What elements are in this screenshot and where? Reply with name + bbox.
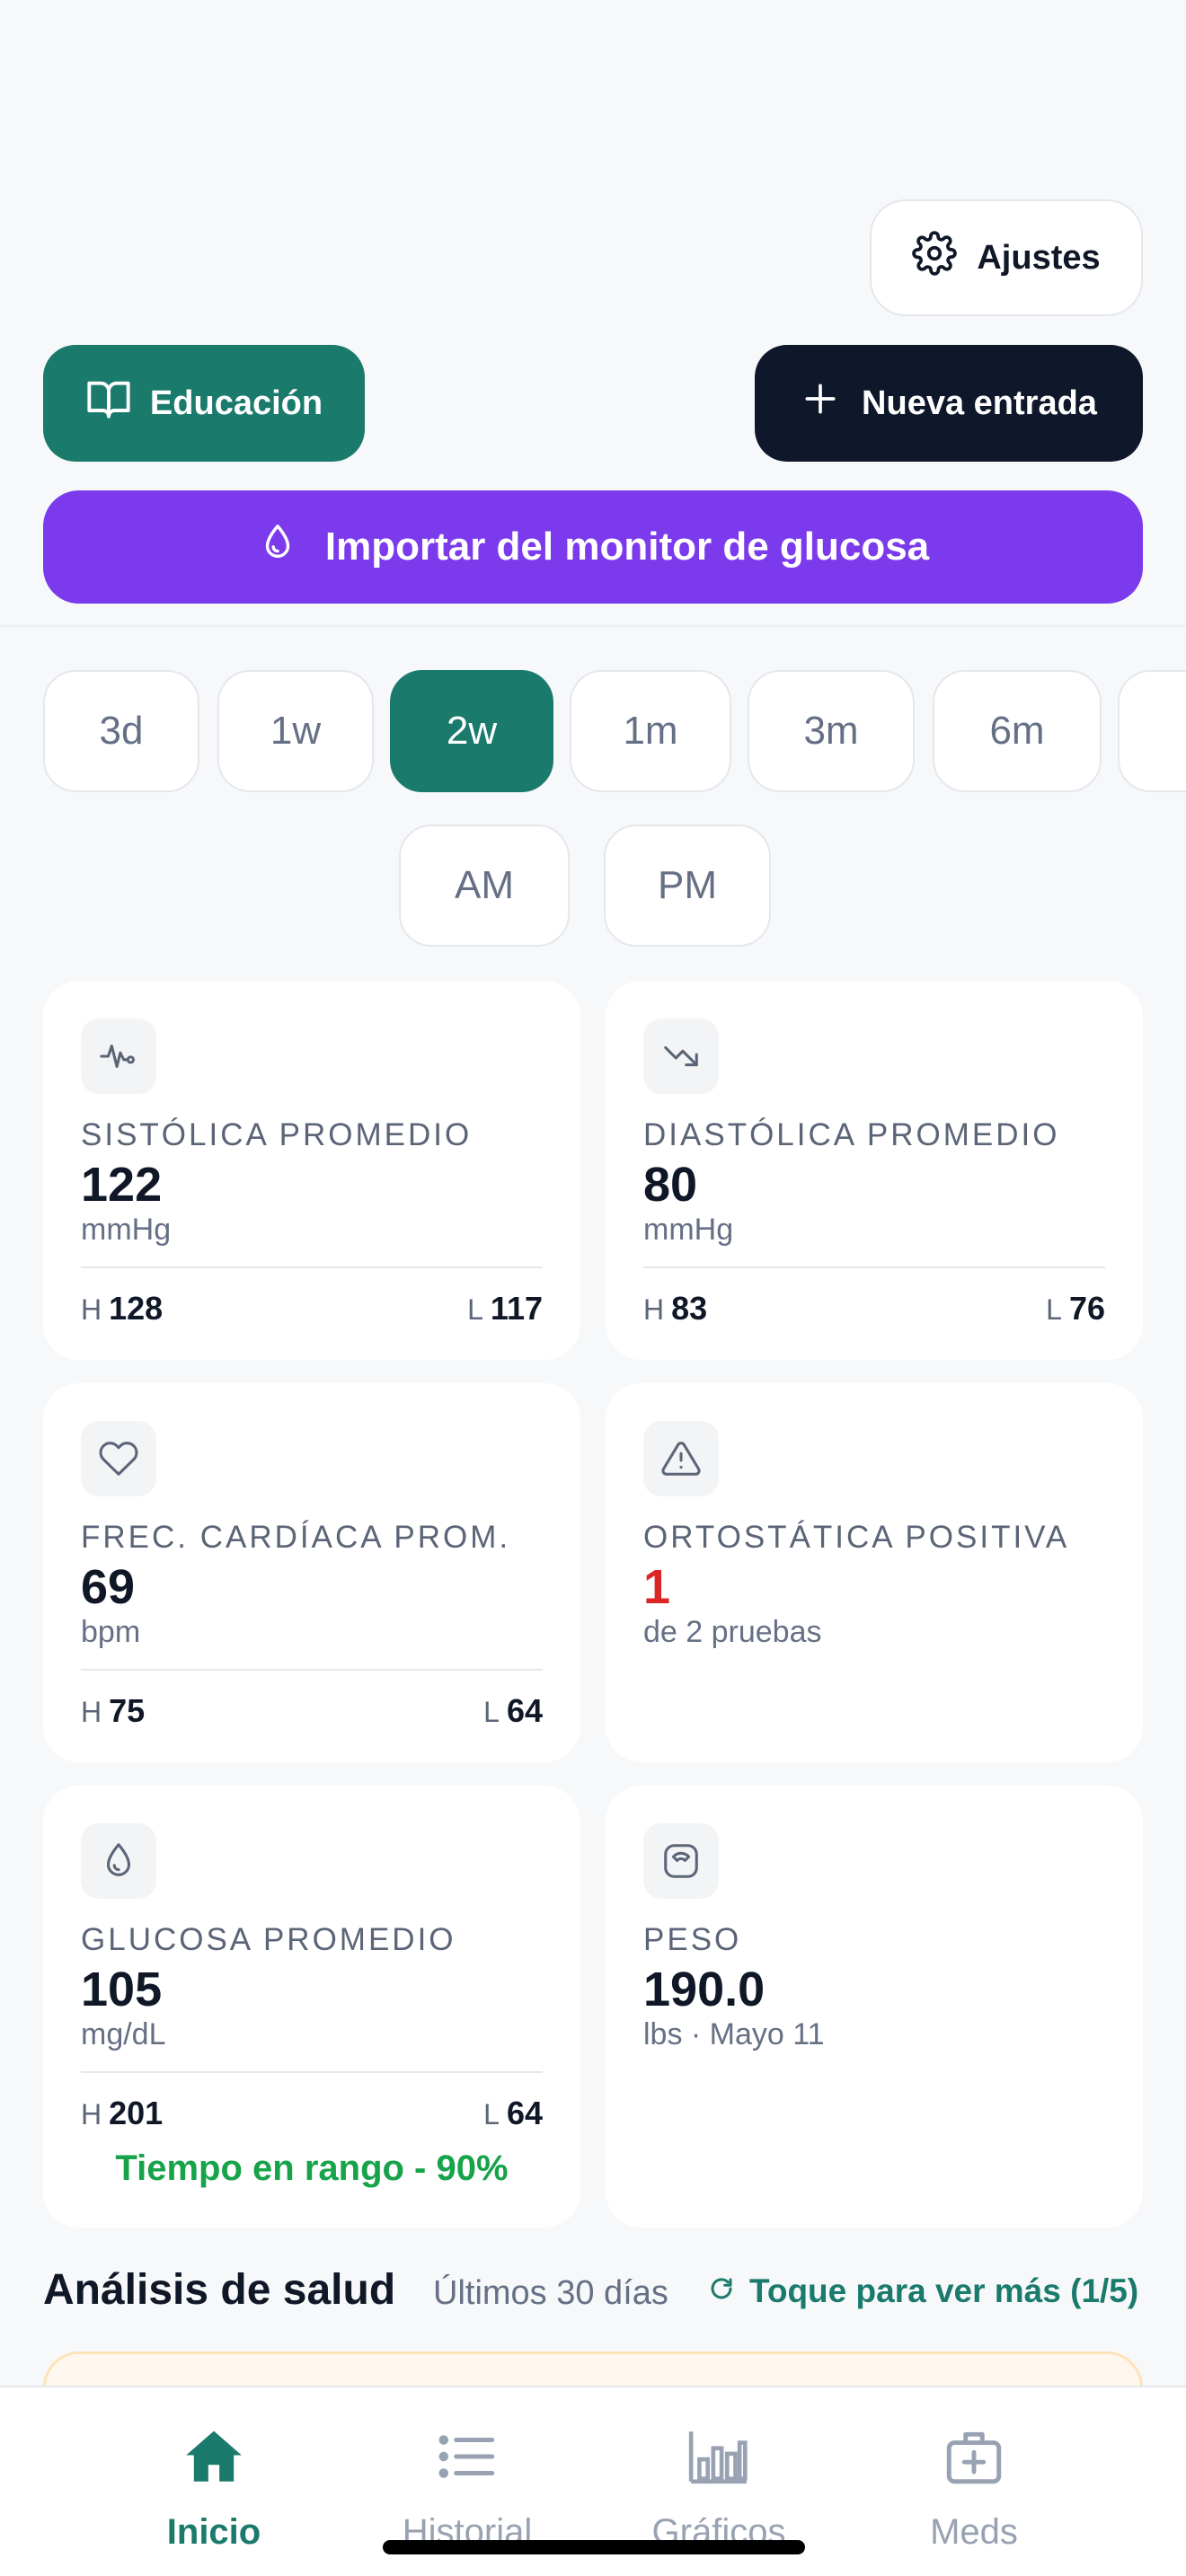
bar-chart-icon — [686, 2423, 752, 2494]
tab-inicio[interactable]: Inicio — [106, 2423, 322, 2553]
activity-icon — [81, 1019, 156, 1094]
glucose-label: GLUCOSA PROMEDIO — [81, 1922, 456, 1957]
time-chip-pm[interactable]: PM — [604, 825, 771, 947]
orthostatic-card[interactable]: ORTOSTÁTICA POSITIVA 1 de 2 pruebas — [606, 1383, 1143, 1762]
weight-unit-date: lbs · Mayo 11 — [643, 2017, 825, 2051]
education-label: Educación — [149, 384, 323, 422]
range-chip-overflow[interactable] — [1118, 670, 1186, 792]
card-divider — [81, 2071, 543, 2073]
warning-icon — [643, 1421, 719, 1496]
range-chip-1m[interactable]: 1m — [570, 670, 731, 792]
systolic-high: H 128 — [81, 1290, 164, 1327]
weight-card[interactable]: PESO 190.0 lbs · Mayo 11 — [606, 1786, 1143, 2228]
heart-rate-high: H 75 — [81, 1692, 146, 1729]
home-indicator — [383, 2540, 805, 2554]
systolic-low: L 117 — [467, 1290, 543, 1327]
diastolic-value: 80 — [643, 1158, 698, 1212]
orthostatic-value: 1 — [643, 1560, 671, 1614]
tab-label: Inicio — [166, 2512, 261, 2552]
header-divider — [0, 625, 1186, 627]
card-divider — [81, 1266, 543, 1268]
heart-rate-unit: bpm — [81, 1615, 141, 1649]
glucose-card[interactable]: GLUCOSA PROMEDIO 105 mg/dL H 201 L 64 Tiem… — [43, 1786, 580, 2228]
systolic-card[interactable]: SISTÓLICA PROMEDIO 122 mmHg H 128 L 117 — [43, 981, 580, 1360]
heart-rate-card[interactable]: FREC. CARDÍACA PROM. 69 bpm H 75 L 64 — [43, 1383, 580, 1762]
heart-icon — [81, 1421, 156, 1496]
range-chip-1w[interactable]: 1w — [217, 670, 374, 792]
scale-icon — [643, 1823, 719, 1899]
card-divider — [81, 1669, 543, 1671]
diastolic-unit: mmHg — [643, 1213, 734, 1247]
orthostatic-label: ORTOSTÁTICA POSITIVA — [643, 1520, 1070, 1555]
import-label: Importar del monitor de glucosa — [324, 525, 930, 569]
diastolic-label: DIASTÓLICA PROMEDIO — [643, 1117, 1060, 1152]
diastolic-card[interactable]: DIASTÓLICA PROMEDIO 80 mmHg H 83 L 76 — [606, 981, 1143, 1360]
tab-historial[interactable]: Historial — [359, 2423, 575, 2553]
import-glucose-button[interactable]: Importar del monitor de glucosa — [43, 490, 1143, 604]
settings-button[interactable]: Ajustes — [870, 199, 1143, 316]
time-in-range: Tiempo en rango - 90% — [115, 2148, 509, 2188]
medkit-icon — [941, 2423, 1007, 2494]
diastolic-low: L 76 — [1046, 1290, 1105, 1327]
heart-rate-value: 69 — [81, 1560, 136, 1614]
range-chip-3m[interactable]: 3m — [748, 670, 915, 792]
systolic-label: SISTÓLICA PROMEDIO — [81, 1117, 473, 1152]
tab-graficos[interactable]: Gráficos — [611, 2423, 827, 2553]
heart-rate-low: L 64 — [483, 1692, 543, 1729]
orthostatic-tests: de 2 pruebas — [643, 1615, 822, 1649]
new-entry-button[interactable]: Nueva entrada — [755, 345, 1143, 462]
time-chip-am[interactable]: AM — [399, 825, 570, 947]
new-entry-label: Nueva entrada — [862, 384, 1097, 422]
settings-label: Ajustes — [977, 238, 1101, 277]
droplet-icon — [257, 522, 298, 573]
tab-label: Meds — [930, 2512, 1018, 2552]
analysis-subtitle: Últimos 30 días — [433, 2274, 668, 2312]
list-icon — [434, 2423, 500, 2494]
weight-value: 190.0 — [643, 1963, 766, 2016]
book-icon — [85, 375, 132, 431]
weight-label: PESO — [643, 1922, 742, 1957]
droplet-icon — [81, 1823, 156, 1899]
refresh-icon — [708, 2272, 735, 2310]
glucose-low: L 64 — [483, 2095, 543, 2131]
trending-down-icon — [643, 1019, 719, 1094]
gear-icon — [912, 231, 958, 285]
heart-rate-label: FREC. CARDÍACA PROM. — [81, 1520, 511, 1555]
systolic-unit: mmHg — [81, 1213, 172, 1247]
analysis-title: Análisis de salud — [43, 2266, 396, 2314]
home-icon — [181, 2423, 247, 2494]
card-divider — [643, 1266, 1105, 1268]
glucose-value: 105 — [81, 1963, 163, 2016]
range-chip-3d[interactable]: 3d — [43, 670, 199, 792]
glucose-high: H 201 — [81, 2095, 164, 2131]
education-button[interactable]: Educación — [43, 345, 365, 462]
analysis-more-label: Toque para ver más (1/5) — [749, 2272, 1139, 2309]
tab-meds[interactable]: Meds — [866, 2423, 1082, 2553]
range-chip-2w[interactable]: 2w — [390, 670, 553, 792]
range-chip-6m[interactable]: 6m — [933, 670, 1102, 792]
systolic-value: 122 — [81, 1158, 163, 1212]
analysis-more-link[interactable]: Toque para ver más (1/5) — [708, 2272, 1138, 2310]
glucose-unit: mg/dL — [81, 2017, 166, 2051]
plus-icon — [801, 379, 840, 428]
diastolic-high: H 83 — [643, 1290, 708, 1327]
